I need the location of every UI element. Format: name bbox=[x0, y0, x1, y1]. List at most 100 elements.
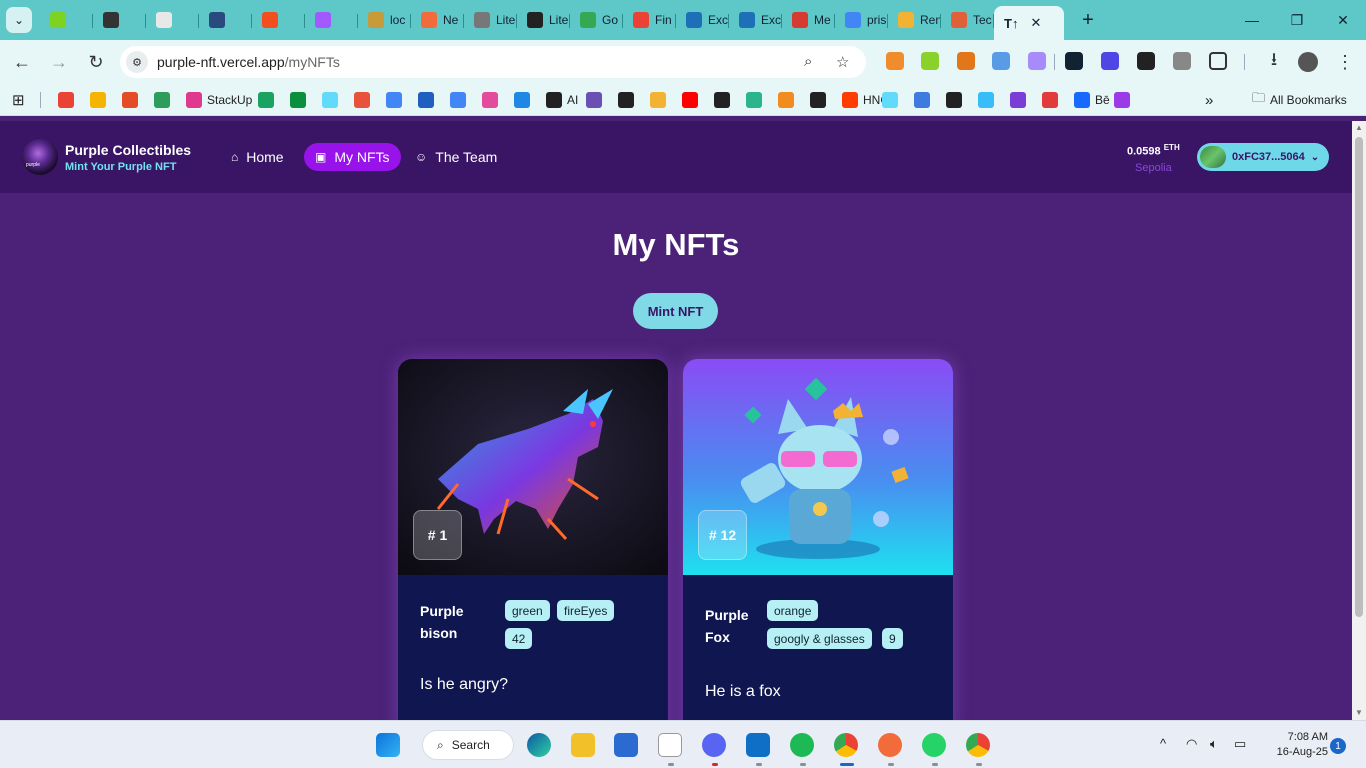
store-icon[interactable] bbox=[614, 733, 638, 757]
profile-avatar[interactable] bbox=[1298, 52, 1318, 72]
bookmark-item[interactable] bbox=[122, 92, 138, 108]
nav-the-team[interactable]: ☺ The Team bbox=[404, 143, 508, 171]
bookmark-item[interactable] bbox=[978, 92, 994, 108]
vscode-icon[interactable] bbox=[746, 733, 770, 757]
extension-icon-4[interactable] bbox=[992, 52, 1010, 70]
download-icon[interactable]: ⭳ bbox=[1257, 45, 1291, 79]
bookmark-item[interactable]: StackUp bbox=[186, 92, 252, 108]
system-clock[interactable]: 7:08 AM 16-Aug-25 bbox=[1266, 730, 1328, 760]
bookmark-item[interactable] bbox=[1010, 92, 1026, 108]
forward-button[interactable]: → bbox=[42, 45, 76, 79]
bookmark-item[interactable] bbox=[58, 92, 74, 108]
browser-tab[interactable]: pris bbox=[835, 5, 888, 35]
bookmark-item[interactable] bbox=[154, 92, 170, 108]
extension-icon-1[interactable] bbox=[886, 52, 904, 70]
bookmark-item[interactable]: Bē bbox=[1074, 92, 1110, 108]
reload-button[interactable]: ↻ bbox=[79, 45, 113, 79]
browser-tab[interactable] bbox=[199, 5, 252, 35]
browser-tab[interactable] bbox=[252, 5, 305, 35]
extension-icon-7[interactable] bbox=[1101, 52, 1119, 70]
scroll-down-arrow[interactable]: ▼ bbox=[1355, 708, 1363, 717]
minimize-button[interactable]: — bbox=[1229, 0, 1275, 40]
browser-tab[interactable] bbox=[146, 5, 199, 35]
page-scrollbar[interactable]: ▲ ▼ bbox=[1352, 121, 1366, 720]
more-bookmarks-button[interactable]: » bbox=[1205, 92, 1213, 109]
site-info-icon[interactable]: ⚙ bbox=[126, 51, 148, 73]
nft-card[interactable]: # 12 Purple Fox orange googly & glasses 9… bbox=[683, 359, 953, 720]
bookmark-item[interactable] bbox=[746, 92, 762, 108]
wifi-icon[interactable]: ◠ bbox=[1186, 736, 1197, 752]
bookmark-star-icon[interactable]: ☆ bbox=[836, 53, 849, 71]
app-icon[interactable] bbox=[658, 733, 682, 757]
bookmark-item[interactable] bbox=[882, 92, 898, 108]
zoom-icon[interactable]: ⌕ bbox=[804, 53, 812, 70]
browser-tab[interactable] bbox=[40, 5, 93, 35]
browser-menu-icon[interactable]: ⋮ bbox=[1328, 45, 1362, 79]
metamask-icon[interactable] bbox=[957, 52, 975, 70]
scroll-thumb[interactable] bbox=[1355, 137, 1363, 617]
nft-card[interactable]: # 1 Purple bison green fireEyes 42 Is he … bbox=[398, 359, 668, 720]
bookmark-item[interactable] bbox=[450, 92, 466, 108]
battery-icon[interactable]: ▭ bbox=[1234, 736, 1246, 752]
tab-search-button[interactable]: ⌄ bbox=[6, 7, 32, 33]
mint-nft-button[interactable]: Mint NFT bbox=[633, 293, 718, 329]
bookmark-item[interactable] bbox=[354, 92, 370, 108]
browser-tab[interactable] bbox=[305, 5, 358, 35]
bookmark-item[interactable] bbox=[810, 92, 826, 108]
chrome-profile-icon[interactable] bbox=[966, 733, 990, 757]
browser-tab[interactable]: Fin bbox=[623, 5, 676, 35]
start-icon[interactable] bbox=[376, 733, 400, 757]
site-logo[interactable]: purple bbox=[22, 139, 58, 175]
scroll-up-arrow[interactable]: ▲ bbox=[1355, 123, 1363, 132]
font-extension-icon[interactable] bbox=[1137, 52, 1155, 70]
bookmark-item[interactable] bbox=[946, 92, 962, 108]
volume-icon[interactable]: 🔈︎ bbox=[1210, 736, 1218, 752]
close-tab-icon[interactable]: ✕ bbox=[1030, 15, 1041, 31]
browser-tab[interactable]: Me bbox=[782, 5, 835, 35]
spotify-icon[interactable] bbox=[790, 733, 814, 757]
bookmark-item[interactable] bbox=[386, 92, 402, 108]
bookmark-item[interactable] bbox=[418, 92, 434, 108]
browser-tab[interactable]: Lite bbox=[464, 5, 517, 35]
bookmark-item[interactable] bbox=[778, 92, 794, 108]
browser-tab[interactable]: Exc bbox=[676, 5, 729, 35]
nav-my-nfts[interactable]: ▣ My NFTs bbox=[304, 143, 401, 171]
bookmark-item[interactable] bbox=[482, 92, 498, 108]
all-bookmarks-folder[interactable]: 🗀 All Bookmarks bbox=[1252, 90, 1347, 108]
browser-tab[interactable]: Ren bbox=[888, 5, 941, 35]
discord-icon[interactable] bbox=[702, 733, 726, 757]
extension-icon-5[interactable] bbox=[1028, 52, 1046, 70]
bug-extension-icon[interactable] bbox=[1173, 52, 1191, 70]
back-button[interactable]: ← bbox=[5, 45, 39, 79]
bookmark-item[interactable] bbox=[1114, 92, 1130, 108]
close-window-button[interactable]: ✕ bbox=[1320, 0, 1366, 40]
file-explorer-icon[interactable] bbox=[571, 733, 595, 757]
bookmark-item[interactable]: AI bbox=[546, 92, 578, 108]
nav-home[interactable]: ⌂ Home bbox=[220, 143, 295, 171]
bookmark-item[interactable] bbox=[586, 92, 602, 108]
url-text[interactable]: purple-nft.vercel.app/myNFTs bbox=[157, 54, 340, 70]
extensions-puzzle-icon[interactable] bbox=[1209, 52, 1227, 70]
apps-grid-icon[interactable]: ⊞ bbox=[12, 92, 25, 109]
browser-tab[interactable] bbox=[93, 5, 146, 35]
bookmark-item[interactable] bbox=[682, 92, 698, 108]
bookmark-item[interactable] bbox=[618, 92, 634, 108]
whatsapp-icon[interactable] bbox=[922, 733, 946, 757]
bookmark-item[interactable] bbox=[650, 92, 666, 108]
browser-tab[interactable]: Go bbox=[570, 5, 623, 35]
bookmark-item[interactable] bbox=[914, 92, 930, 108]
bookmark-item[interactable] bbox=[322, 92, 338, 108]
restore-button[interactable]: ❐ bbox=[1274, 0, 1320, 40]
bookmark-item[interactable] bbox=[714, 92, 730, 108]
browser-tab[interactable]: Tec bbox=[941, 5, 994, 35]
wallet-account-button[interactable]: 0xFC37...5064 ⌄ bbox=[1197, 143, 1329, 171]
bookmark-item[interactable] bbox=[1042, 92, 1058, 108]
taskbar-search[interactable]: ⌕ Search bbox=[422, 730, 514, 760]
tray-chevron-icon[interactable]: ^ bbox=[1160, 736, 1166, 751]
notification-badge[interactable]: 1 bbox=[1330, 738, 1346, 754]
postman-icon[interactable] bbox=[878, 733, 902, 757]
browser-tab[interactable]: loc bbox=[358, 5, 411, 35]
chrome-icon[interactable] bbox=[834, 733, 858, 757]
edge-icon[interactable] bbox=[527, 733, 551, 757]
new-tab-button[interactable]: + bbox=[1076, 9, 1100, 32]
